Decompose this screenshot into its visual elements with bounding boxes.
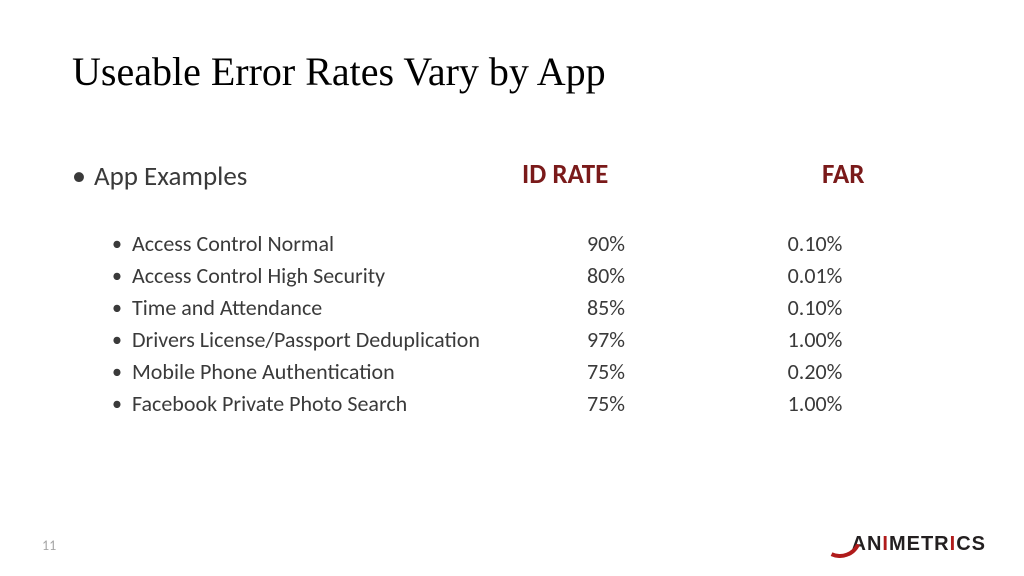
header-app-examples: App Examples	[94, 160, 247, 193]
row-far: 1.00%	[770, 324, 860, 356]
row-far: 0.01%	[770, 260, 860, 292]
row-far: 0.10%	[770, 292, 860, 324]
row-label: Mobile Phone Authentication	[132, 356, 395, 388]
bullet-icon: •	[112, 358, 122, 387]
page-number: 11	[42, 537, 56, 554]
row-label: Drivers License/Passport Deduplication	[132, 324, 480, 356]
bullet-icon: •	[112, 294, 122, 323]
row-label: Access Control High Security	[132, 260, 385, 292]
row-id-rate: 85%	[566, 292, 646, 324]
slide-title: Useable Error Rates Vary by App	[72, 48, 606, 95]
bullet-icon: •	[112, 326, 122, 355]
row-id-rate: 75%	[566, 388, 646, 420]
header-far: FAR	[822, 158, 864, 191]
logo-text: ANIMETRICS	[852, 533, 986, 556]
row-id-rate: 75%	[566, 356, 646, 388]
row-label: Facebook Private Photo Search	[132, 388, 407, 420]
header-row: • App Examples ID RATE FAR	[72, 158, 952, 193]
row-far: 1.00%	[770, 388, 860, 420]
table-row: • Mobile Phone Authentication 75% 0.20%	[128, 356, 948, 388]
bullet-icon: •	[112, 230, 122, 259]
row-id-rate: 80%	[566, 260, 646, 292]
row-far: 0.10%	[770, 228, 860, 260]
bullet-icon: •	[112, 390, 122, 419]
table-row: • Facebook Private Photo Search 75% 1.00…	[128, 388, 948, 420]
table-row: • Access Control Normal 90% 0.10%	[128, 228, 948, 260]
row-label: Access Control Normal	[132, 228, 334, 260]
data-rows: • Access Control Normal 90% 0.10% • Acce…	[128, 228, 948, 420]
row-id-rate: 97%	[566, 324, 646, 356]
row-far: 0.20%	[770, 356, 860, 388]
table-row: • Drivers License/Passport Deduplication…	[128, 324, 948, 356]
bullet-icon: •	[72, 158, 86, 193]
bullet-icon: •	[112, 262, 122, 291]
row-label: Time and Attendance	[132, 292, 322, 324]
row-id-rate: 90%	[566, 228, 646, 260]
header-id-rate: ID RATE	[522, 158, 608, 191]
table-row: • Access Control High Security 80% 0.01%	[128, 260, 948, 292]
logo-swoosh-icon	[822, 534, 856, 556]
animetrics-logo: ANIMETRICS	[822, 533, 986, 556]
table-row: • Time and Attendance 85% 0.10%	[128, 292, 948, 324]
